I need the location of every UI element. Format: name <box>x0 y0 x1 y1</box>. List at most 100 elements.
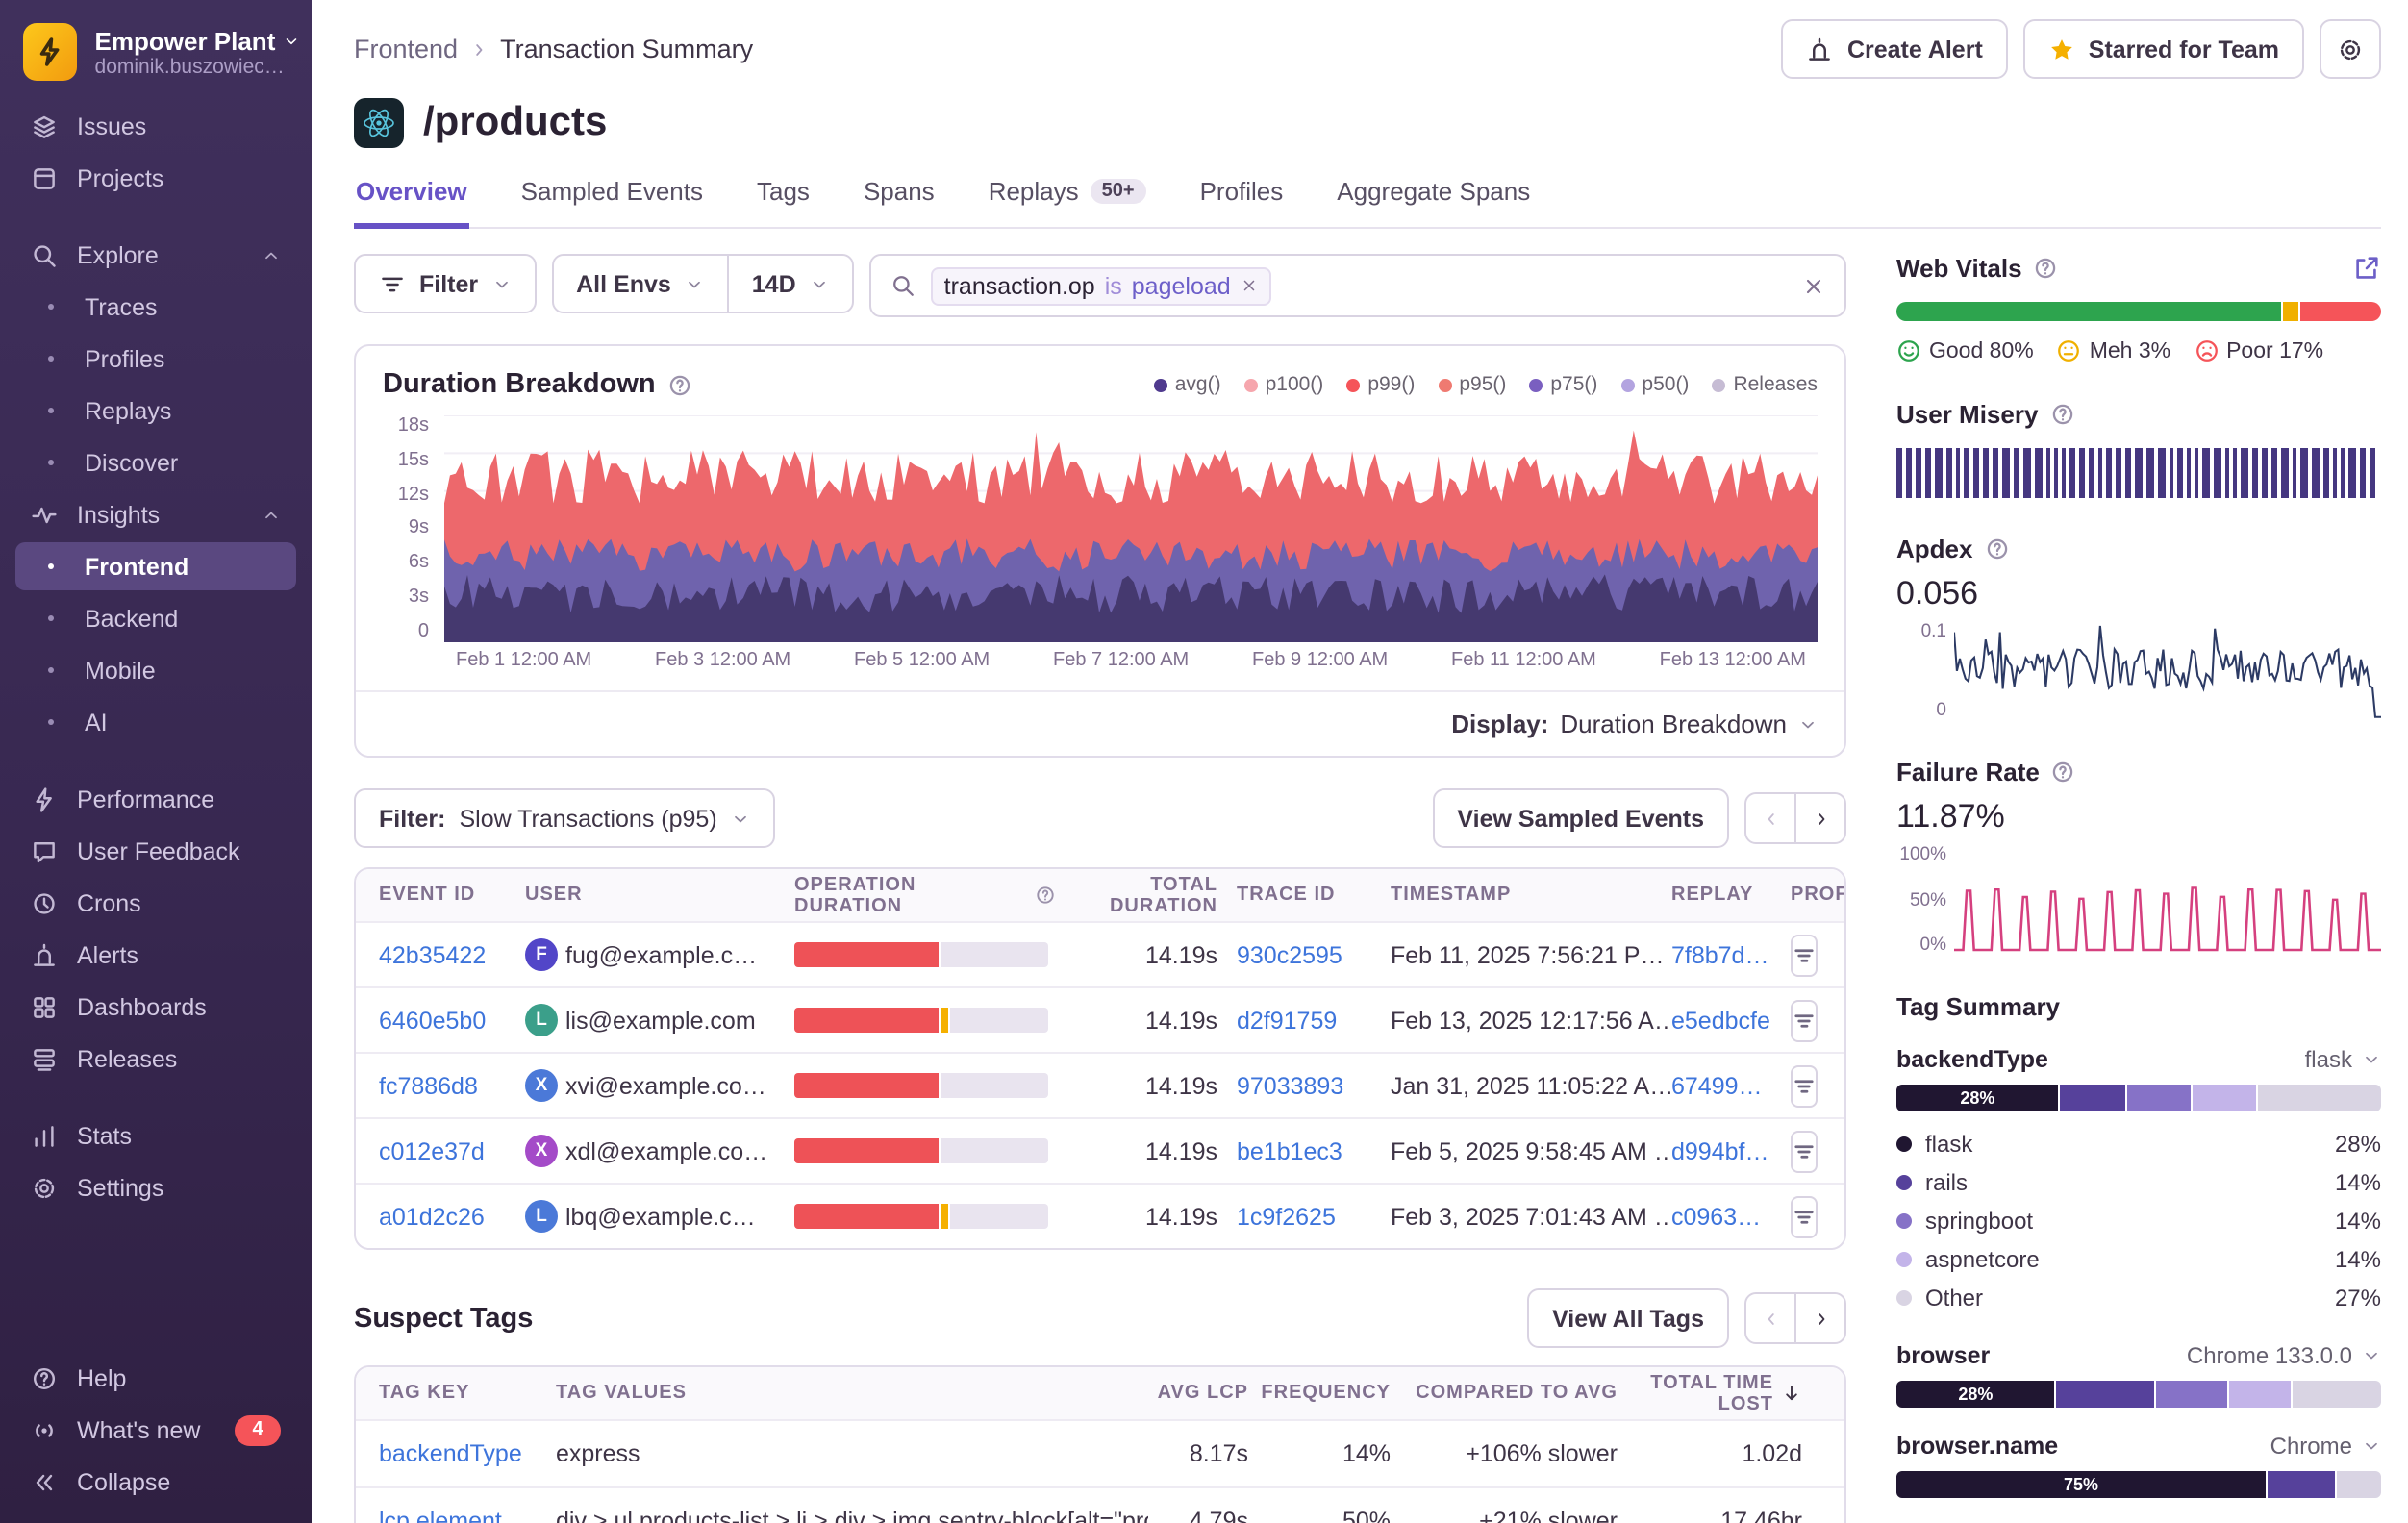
trace-id-link[interactable]: 97033893 <box>1237 1072 1343 1099</box>
info-icon[interactable] <box>2049 402 2074 427</box>
view-all-tags-button[interactable]: View All Tags <box>1527 1288 1729 1348</box>
failure-rate-chart[interactable] <box>1954 844 2381 956</box>
trace-id-link[interactable]: 930c2595 <box>1237 941 1342 968</box>
sidebar-item-discover[interactable]: Discover <box>15 438 296 487</box>
tab-overview[interactable]: Overview <box>354 163 469 229</box>
sidebar-item-replays[interactable]: Replays <box>15 387 296 435</box>
tab-aggregate-spans[interactable]: Aggregate Spans <box>1335 163 1532 229</box>
column-operation-duration: Operation Duration <box>794 874 1075 916</box>
clear-search-icon[interactable] <box>1802 274 1825 297</box>
tag-distribution-bar[interactable]: 28% <box>1896 1381 2381 1408</box>
tag-distribution-bar[interactable]: 75% <box>1896 1471 2381 1498</box>
replays-count-badge: 50+ <box>1091 179 1146 204</box>
tag-distribution-bar[interactable]: 28% <box>1896 1085 2381 1111</box>
breadcrumb-frontend[interactable]: Frontend <box>354 35 458 63</box>
starred-for-team-button[interactable]: Starred for Team <box>2023 19 2304 79</box>
view-sampled-events-button[interactable]: View Sampled Events <box>1432 788 1729 848</box>
sidebar-item-projects[interactable]: Projects <box>15 154 296 202</box>
tab-tags[interactable]: Tags <box>755 163 812 229</box>
previous-page-button[interactable] <box>1744 1292 1796 1344</box>
tag-value-selector[interactable]: Chrome 133.0.0 <box>2187 1342 2381 1369</box>
table-row: a01d2c26 Llbq@example.c… 14.19s 1c9f2625… <box>356 1183 1844 1248</box>
event-id-link[interactable]: a01d2c26 <box>379 1203 485 1230</box>
sidebar-item-frontend[interactable]: Frontend <box>15 542 296 590</box>
sidebar-item-label: Frontend <box>85 553 188 580</box>
table-header: Event ID User Operation Duration Total D… <box>356 869 1844 921</box>
event-id-link[interactable]: c012e37d <box>379 1137 485 1164</box>
tag-value-selector[interactable]: flask <box>2305 1046 2381 1073</box>
profile-button[interactable] <box>1791 1064 1818 1107</box>
sidebar-item-alerts[interactable]: Alerts <box>15 931 296 979</box>
replay-link[interactable]: d994bf8d <box>1671 1137 1771 1164</box>
open-in-new-icon[interactable] <box>2352 254 2381 283</box>
bullet-icon <box>48 615 54 621</box>
settings-button[interactable] <box>2320 19 2381 79</box>
sidebar-item-crons[interactable]: Crons <box>15 879 296 927</box>
sidebar-item-label: Issues <box>77 112 146 139</box>
replay-link[interactable]: c0963d8b <box>1671 1203 1771 1230</box>
sidebar-group-insights[interactable]: Insights <box>15 490 296 538</box>
column-total-time-lost[interactable]: Total Time Lost <box>1637 1372 1821 1414</box>
trace-id-link[interactable]: d2f91759 <box>1237 1007 1337 1034</box>
sidebar-item-mobile[interactable]: Mobile <box>15 646 296 694</box>
sidebar-item-profiles[interactable]: Profiles <box>15 335 296 383</box>
sidebar-group-explore[interactable]: Explore <box>15 231 296 279</box>
sidebar-item-settings[interactable]: Settings <box>15 1163 296 1211</box>
replay-link[interactable]: e5edbcfe <box>1671 1007 1770 1034</box>
user-misery-chart[interactable] <box>1896 448 2381 498</box>
next-page-button[interactable] <box>1794 792 1846 844</box>
sidebar-item-ai[interactable]: AI <box>15 698 296 746</box>
remove-token-icon[interactable] <box>1241 277 1258 294</box>
next-page-button[interactable] <box>1794 1292 1846 1344</box>
sidebar-item-performance[interactable]: Performance <box>15 775 296 823</box>
info-icon[interactable] <box>1035 885 1056 906</box>
tab-spans[interactable]: Spans <box>862 163 937 229</box>
previous-page-button[interactable] <box>1744 792 1796 844</box>
event-id-link[interactable]: 6460e5b0 <box>379 1007 486 1034</box>
info-icon[interactable] <box>667 372 692 397</box>
tag-key-link[interactable]: backendType <box>379 1440 522 1467</box>
tab-sampled-events[interactable]: Sampled Events <box>519 163 705 229</box>
org-switcher[interactable]: Empower Plant dominik.buszowiec… <box>0 0 312 100</box>
search-input[interactable]: transaction.op is pageload <box>869 254 1846 317</box>
date-range-selector[interactable]: 14D <box>727 254 854 313</box>
tab-replays[interactable]: Replays50+ <box>987 163 1148 229</box>
period-label: 14D <box>752 270 796 297</box>
replay-link[interactable]: 67499e14 <box>1671 1072 1771 1099</box>
transactions-filter-button[interactable]: Filter:Slow Transactions (p95) <box>354 788 775 848</box>
sidebar-item-releases[interactable]: Releases <box>15 1035 296 1083</box>
environment-selector[interactable]: All Envs <box>551 254 729 313</box>
sidebar-item-user-feedback[interactable]: User Feedback <box>15 827 296 875</box>
replay-link[interactable]: 7f8b7d1a <box>1671 941 1771 968</box>
sidebar-item-traces[interactable]: Traces <box>15 283 296 331</box>
duration-breakdown-chart[interactable] <box>444 415 1818 642</box>
profile-button[interactable] <box>1791 999 1818 1041</box>
event-id-link[interactable]: fc7886d8 <box>379 1072 478 1099</box>
tag-value-selector[interactable]: Chrome <box>2270 1433 2381 1460</box>
sidebar-item-stats[interactable]: Stats <box>15 1111 296 1160</box>
filter-button[interactable]: Filter <box>354 254 536 313</box>
profile-button[interactable] <box>1791 1130 1818 1172</box>
event-id-link[interactable]: 42b35422 <box>379 941 486 968</box>
apdex-chart[interactable] <box>1954 621 2381 721</box>
tab-profiles[interactable]: Profiles <box>1198 163 1286 229</box>
sidebar-item-dashboards[interactable]: Dashboards <box>15 983 296 1031</box>
trace-id-link[interactable]: 1c9f2625 <box>1237 1203 1336 1230</box>
create-alert-button[interactable]: Create Alert <box>1782 19 2008 79</box>
sidebar-item-backend[interactable]: Backend <box>15 594 296 642</box>
info-icon[interactable] <box>1984 537 2009 562</box>
sidebar-item-help[interactable]: Help <box>15 1354 296 1402</box>
search-token[interactable]: transaction.op is pageload <box>931 266 1271 305</box>
trace-id-link[interactable]: be1b1ec3 <box>1237 1137 1342 1164</box>
user-avatar: F <box>525 938 558 971</box>
info-icon[interactable] <box>2051 760 2076 785</box>
info-icon[interactable] <box>2034 256 2059 281</box>
profile-button[interactable] <box>1791 1195 1818 1237</box>
profile-button[interactable] <box>1791 934 1818 976</box>
web-vitals-bar[interactable] <box>1896 302 2381 321</box>
tag-key-link[interactable]: lcp.element <box>379 1508 502 1523</box>
display-selector[interactable]: Duration Breakdown <box>1560 710 1818 738</box>
sidebar-item-whats-new[interactable]: What's new4 <box>15 1406 296 1454</box>
sidebar-item-collapse[interactable]: Collapse <box>15 1458 296 1506</box>
sidebar-item-issues[interactable]: Issues <box>15 102 296 150</box>
